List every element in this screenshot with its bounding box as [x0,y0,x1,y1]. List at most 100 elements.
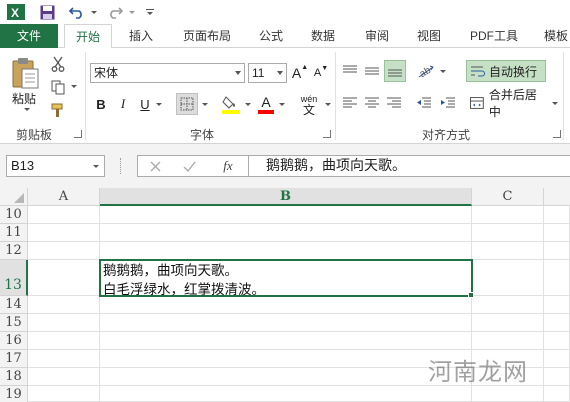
grid-cell[interactable] [28,242,100,260]
grid-cell[interactable] [544,314,570,332]
tab-formulas[interactable]: 公式 [250,24,292,48]
paste-dropdown-icon[interactable] [22,108,30,111]
tab-page-layout[interactable]: 页面布局 [172,24,242,48]
confirm-entry-icon[interactable] [180,158,198,174]
tab-home[interactable]: 开始 [64,24,112,49]
column-header-a[interactable]: A [28,188,100,206]
formula-bar-splitter[interactable] [120,158,122,174]
grid-cell[interactable] [544,386,570,402]
copy-icon[interactable] [48,77,68,97]
tab-file[interactable]: 文件 [0,24,58,48]
grid-cell[interactable] [544,296,570,314]
grid-cell[interactable] [544,224,570,242]
align-bottom-icon[interactable] [384,60,406,82]
grid-cell[interactable] [28,296,100,314]
row-header-18[interactable]: 18 [0,368,28,386]
paste-icon[interactable] [8,54,42,92]
formula-input[interactable]: 鹅鹅鹅，曲项向天歌。 [248,155,570,177]
increase-indent-icon[interactable] [438,93,458,113]
redo-icon[interactable] [104,3,126,21]
grid-cell[interactable] [472,224,544,242]
grid-cell[interactable] [100,242,472,260]
grid-cell[interactable] [100,224,472,242]
bold-button[interactable]: B [92,94,110,114]
column-header-c[interactable]: C [472,188,544,206]
column-header-b[interactable]: B [100,188,472,206]
grow-font-button[interactable]: A ▲ [291,63,309,83]
name-box[interactable]: B13 [6,155,105,177]
redo-dropdown-icon[interactable] [126,3,136,21]
grid-cell[interactable] [472,206,544,224]
save-icon[interactable] [38,3,56,21]
phonetic-guide-button[interactable]: wén 文 [296,92,322,118]
align-left-icon[interactable] [340,93,360,113]
align-right-icon[interactable] [384,93,404,113]
merge-center-button[interactable]: 合并后居中 [466,88,558,119]
row-header-16[interactable]: 16 [0,332,28,350]
grid-cell[interactable] [28,224,100,242]
font-color-button[interactable]: A [256,92,276,116]
row-header-15[interactable]: 15 [0,314,28,332]
copy-dropdown-icon[interactable] [69,85,77,88]
clipboard-launcher-icon[interactable] [74,130,82,138]
borders-button[interactable] [176,93,198,115]
grid-cell[interactable] [544,260,570,296]
tab-data[interactable]: 数据 [302,24,344,48]
alignment-launcher-icon[interactable] [553,130,561,138]
tab-insert[interactable]: 插入 [120,24,162,48]
decrease-indent-icon[interactable] [414,93,434,113]
cancel-entry-icon[interactable] [146,158,164,174]
fill-color-button[interactable] [220,92,242,116]
grid-cell[interactable] [472,332,544,350]
select-all-corner[interactable] [0,188,28,206]
orientation-dropdown-icon[interactable] [438,70,446,73]
row-header-12[interactable]: 12 [0,242,28,260]
align-middle-icon[interactable] [362,61,382,81]
selected-cell-b13[interactable]: 鹅鹅鹅，曲项向天歌。 白毛浮绿水，红掌拨清波。 [99,259,473,298]
align-center-icon[interactable] [362,93,382,113]
font-launcher-icon[interactable] [323,130,331,138]
font-name-select[interactable]: 宋体 [90,63,245,83]
insert-function-button[interactable]: fx [217,157,239,175]
grid-cell[interactable] [472,314,544,332]
row-header-14[interactable]: 14 [0,296,28,314]
grid-cell[interactable] [100,368,472,386]
grid-cell[interactable] [100,314,472,332]
grid-cell[interactable] [28,368,100,386]
grid-cell[interactable] [472,386,544,402]
italic-button[interactable]: I [114,94,132,114]
tab-view[interactable]: 视图 [408,24,450,48]
undo-icon[interactable] [66,3,88,21]
wrap-text-button[interactable]: 自动换行 [466,60,546,82]
grid-cell[interactable] [472,296,544,314]
grid-cell[interactable] [100,350,472,368]
cut-icon[interactable] [48,54,68,74]
format-painter-icon[interactable] [48,100,68,120]
grid-cell[interactable] [100,386,472,402]
column-header-d[interactable] [544,188,570,206]
paste-label[interactable]: 粘贴 [12,90,36,107]
grid-cell[interactable] [472,242,544,260]
grid-cell[interactable] [544,206,570,224]
fill-handle[interactable] [468,292,474,298]
grid-cell[interactable] [28,386,100,402]
underline-button[interactable]: U [136,94,154,114]
shrink-font-button[interactable]: A ▼ [312,63,330,83]
grid-cell[interactable] [28,206,100,224]
grid-cell[interactable] [544,350,570,368]
grid-cell[interactable] [28,332,100,350]
borders-dropdown-icon[interactable] [200,103,208,106]
grid-cell[interactable] [544,242,570,260]
row-header-10[interactable]: 10 [0,206,28,224]
tab-review[interactable]: 审阅 [356,24,398,48]
grid-cell[interactable] [28,260,100,296]
grid-cell[interactable] [28,350,100,368]
tab-pdf-tools[interactable]: PDF工具 [462,24,526,48]
row-header-13[interactable]: 13 [0,260,28,296]
grid-cell[interactable] [472,260,544,296]
row-header-19[interactable]: 19 [0,386,28,402]
grid-cell[interactable] [544,368,570,386]
underline-dropdown-icon[interactable] [154,103,162,106]
grid-cell[interactable] [28,314,100,332]
grid-cell[interactable] [100,332,472,350]
